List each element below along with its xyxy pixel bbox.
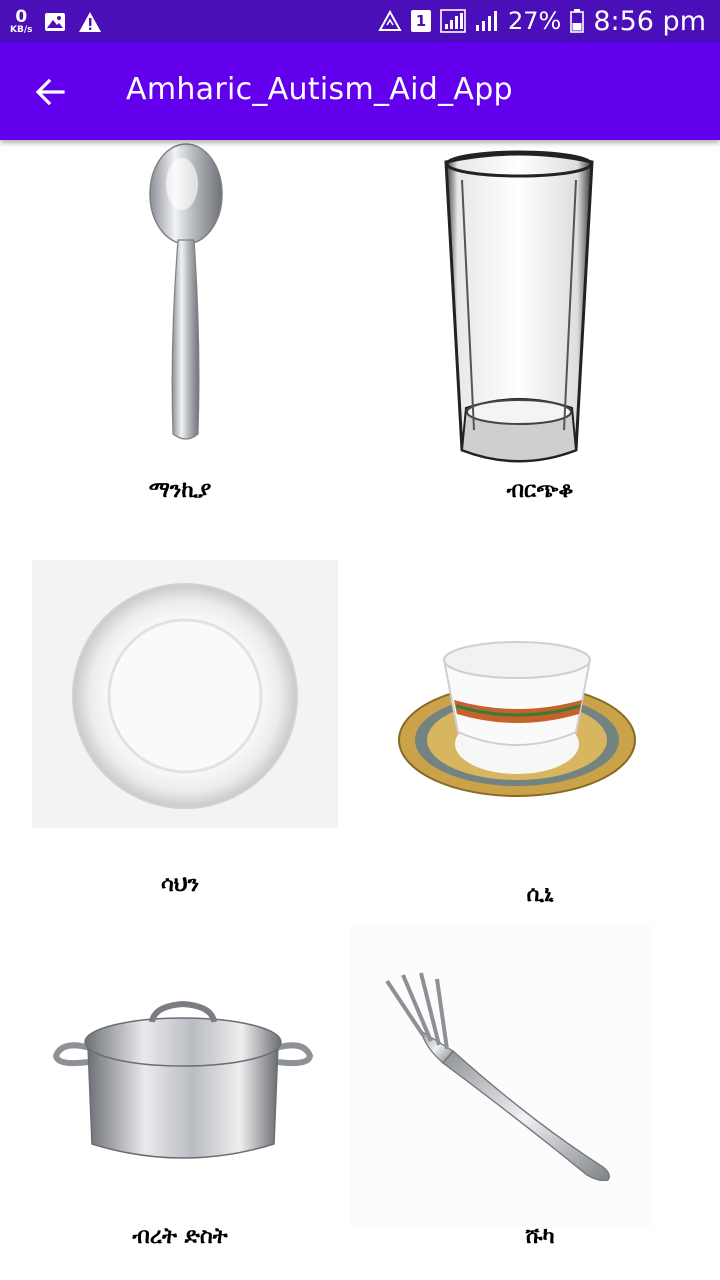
signal-1-icon	[440, 9, 466, 33]
grid-item-coffee-cup[interactable]: ሲኒ	[360, 560, 720, 920]
arrow-back-icon	[35, 78, 65, 106]
item-label: ሲኒ	[526, 882, 554, 907]
item-label: ሹካ	[525, 1224, 555, 1249]
grid-item-fork[interactable]: ሹካ	[350, 920, 720, 1280]
grid-item-spoon[interactable]: ማንኪያ	[0, 140, 360, 520]
network-speed: 0 KB/s	[10, 7, 33, 35]
grid-item-cooking-pot[interactable]: ብረት ድስት	[0, 920, 360, 1280]
signal-2-icon	[476, 11, 497, 31]
grid-item-glass[interactable]: ብርጭቆ	[360, 140, 720, 520]
sim-badge: 1	[411, 10, 431, 32]
back-button[interactable]	[26, 68, 74, 116]
app-bar: Amharic_Autism_Aid_App	[0, 42, 720, 140]
item-label: ሳህን	[160, 872, 200, 897]
item-label: ብርጭቆ	[506, 478, 574, 503]
item-grid: ማንኪያ ብርጭቆ ሳህን ሲኒ ብረት ድስት ሹካ	[0, 140, 720, 1280]
spoon-image	[140, 142, 230, 447]
clock: 8:56 pm	[593, 5, 706, 37]
app-title: Amharic_Autism_Aid_App	[126, 72, 513, 107]
grid-item-plate[interactable]: ሳህን	[0, 560, 360, 920]
status-bar: 0 KB/s 1 27% 8:56 pm	[0, 0, 720, 42]
item-label: ብረት ድስት	[132, 1224, 228, 1249]
cooking-pot-image	[52, 996, 314, 1168]
drinking-glass-image	[444, 150, 594, 472]
item-label: ማንኪያ	[148, 478, 212, 503]
fork-image	[350, 924, 652, 1228]
data-saver-icon	[378, 10, 402, 31]
image-notification-icon	[45, 13, 66, 31]
warning-icon	[79, 12, 102, 32]
plate-image	[32, 560, 338, 828]
coffee-cup-image	[396, 620, 638, 800]
battery-percent: 27%	[508, 7, 562, 35]
battery-icon	[570, 9, 585, 33]
